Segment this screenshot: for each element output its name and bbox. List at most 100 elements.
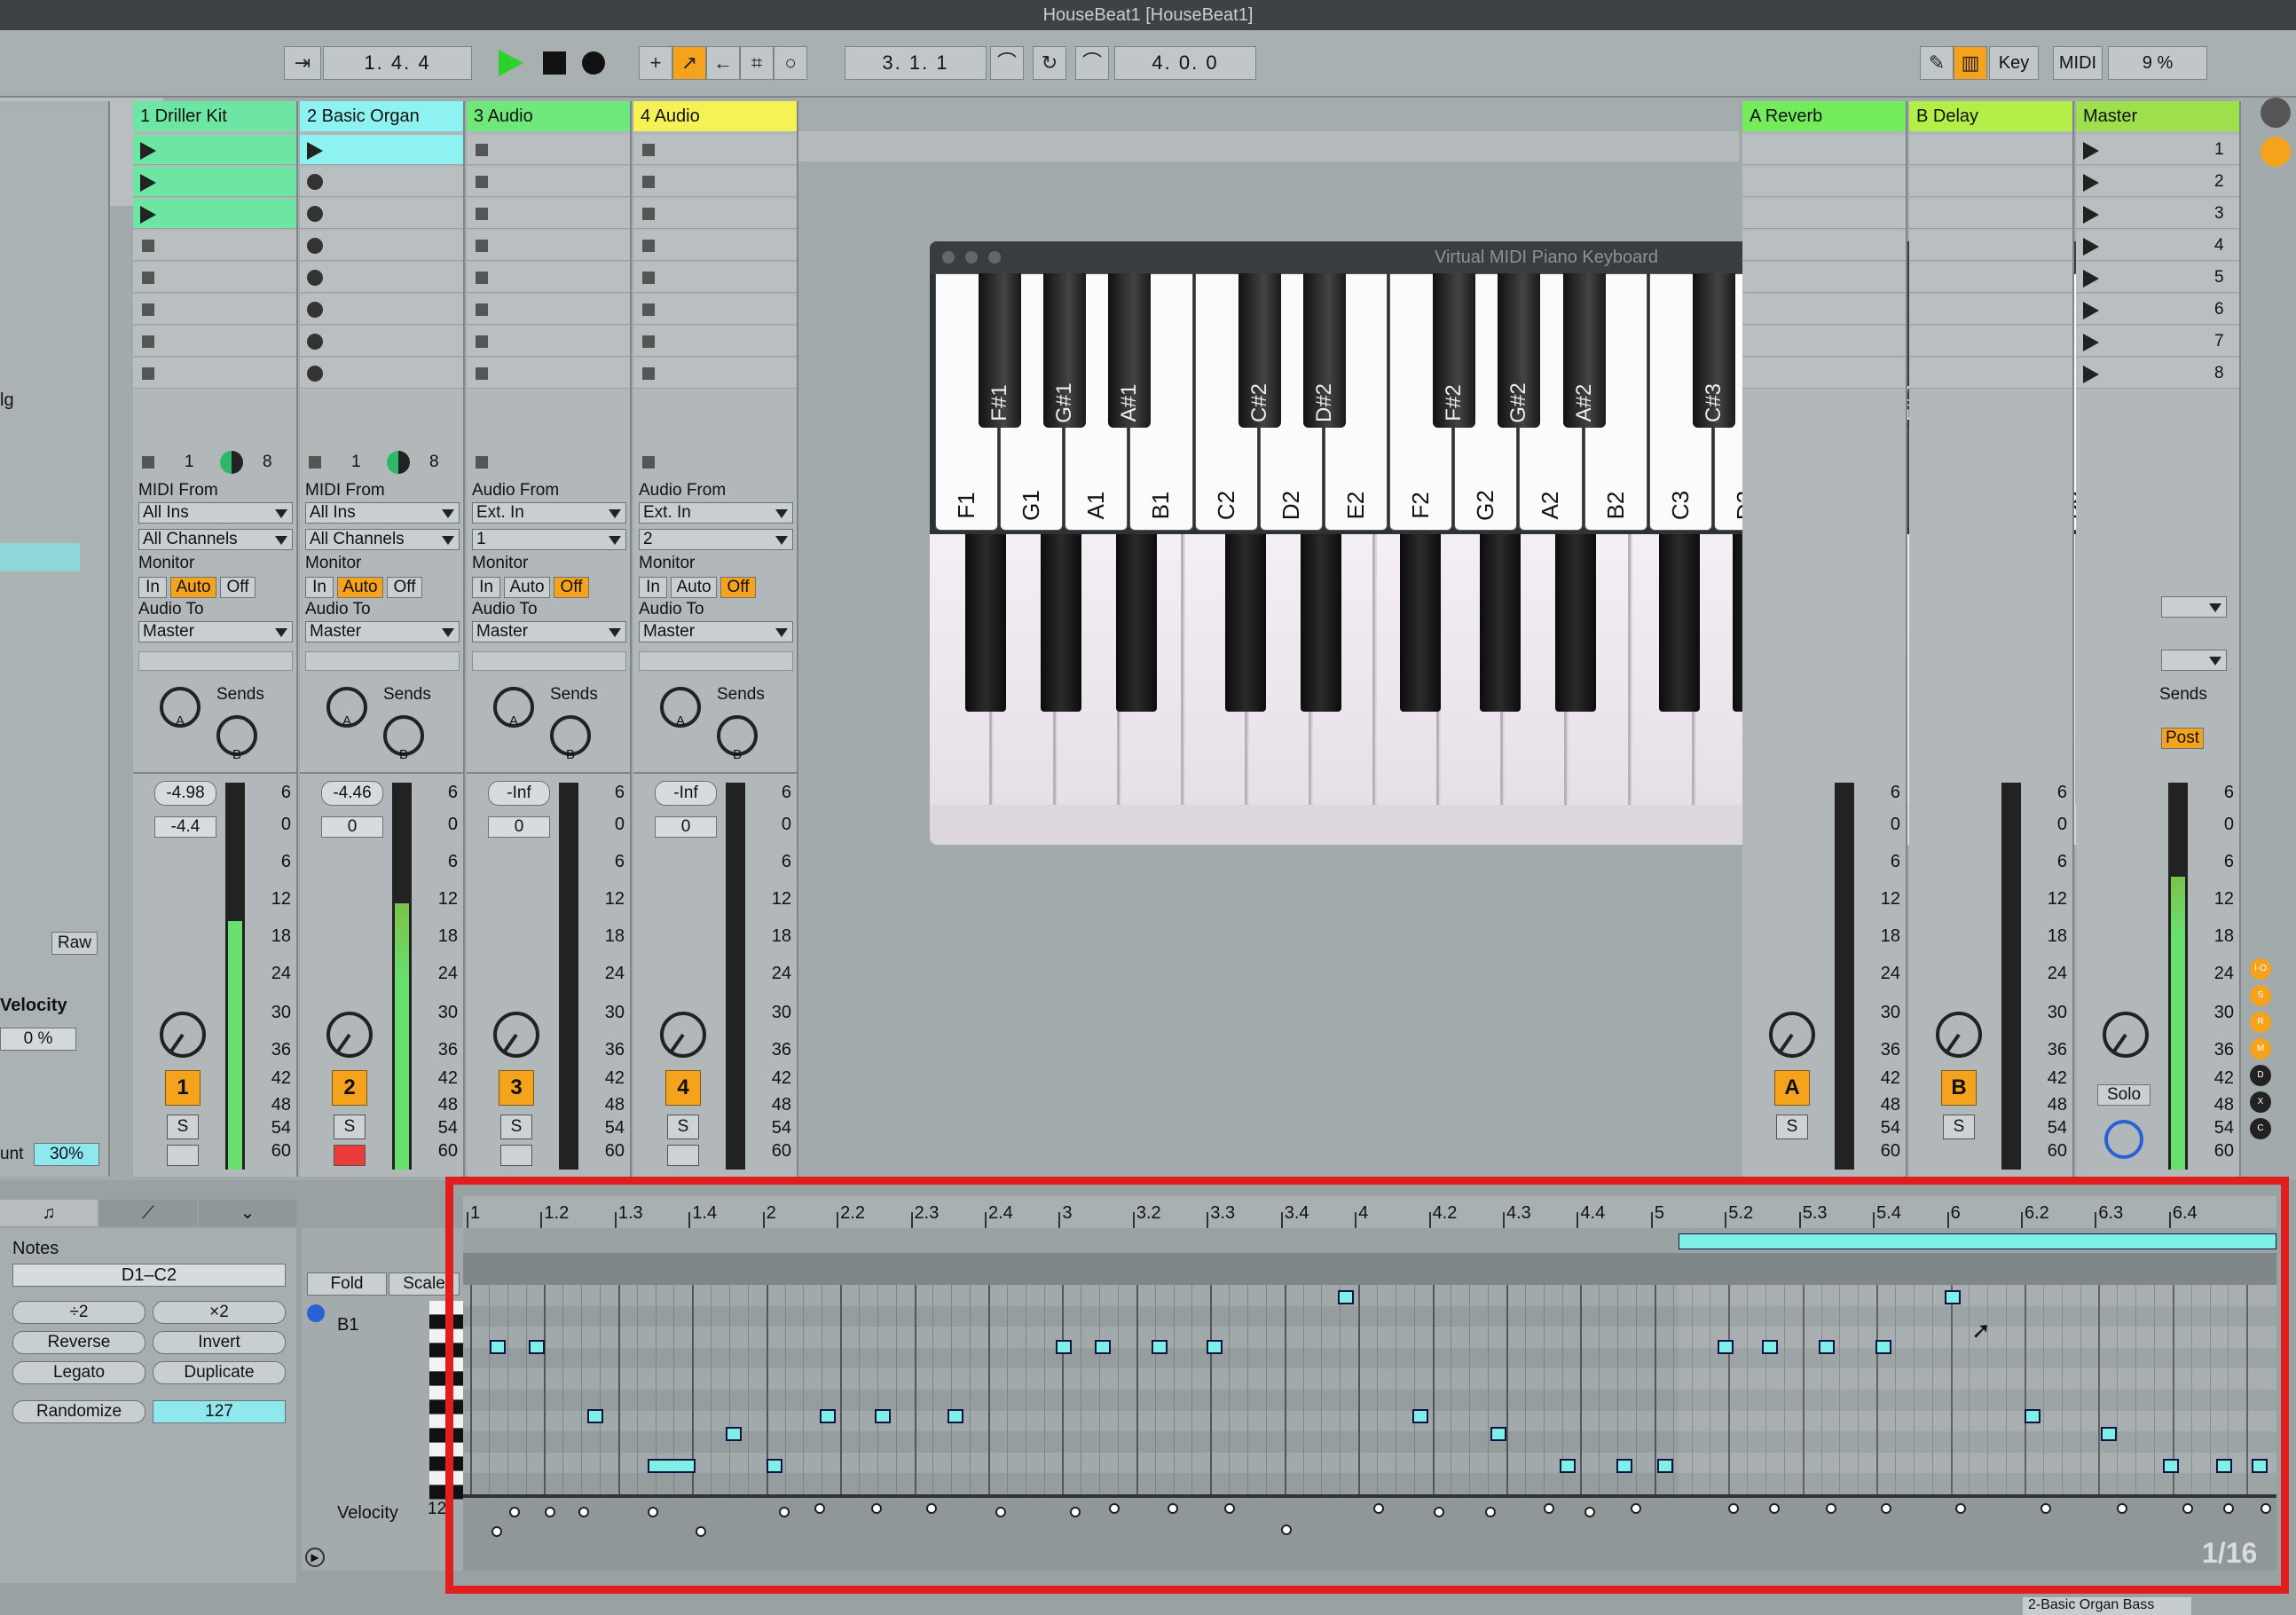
scene-launch-icon[interactable] — [2083, 334, 2099, 351]
scene-launch-icon[interactable] — [2083, 238, 2099, 256]
draw-mode-icon[interactable]: ✎ — [1920, 46, 1954, 80]
clip-slot[interactable] — [633, 295, 797, 325]
clip-slot[interactable] — [633, 263, 797, 293]
side-badge[interactable]: C — [2250, 1118, 2271, 1139]
clip-slot[interactable] — [133, 295, 296, 325]
solo-button[interactable]: S — [167, 1115, 199, 1139]
clip-slot[interactable] — [133, 231, 296, 261]
scene-launch-icon[interactable] — [2083, 206, 2099, 224]
minimize-icon[interactable] — [965, 251, 978, 264]
side-badge[interactable]: D — [2250, 1065, 2271, 1086]
amount-field[interactable]: 30% — [34, 1143, 99, 1166]
loop-length[interactable]: 4. 0. 0 — [1114, 46, 1256, 80]
black-key[interactable]: A#2 — [1562, 273, 1606, 428]
clip-slot[interactable] — [133, 199, 296, 229]
fx-icon[interactable]: ⌄ — [199, 1200, 296, 1226]
clip-stop-icon[interactable] — [476, 303, 488, 316]
midi-map-button[interactable]: MIDI — [2053, 46, 2103, 80]
randomize-amount[interactable]: 127 — [153, 1400, 286, 1423]
monitor-in-button[interactable]: In — [472, 577, 500, 598]
output-select[interactable]: Master — [639, 621, 793, 642]
clip-play-icon[interactable] — [140, 174, 156, 192]
punch-out-icon[interactable]: ⌒ — [1075, 46, 1109, 80]
loop-start[interactable]: 3. 1. 1 — [845, 46, 987, 80]
legato-button[interactable]: Legato — [12, 1361, 145, 1384]
clip-slot[interactable] — [300, 327, 463, 357]
arm-button[interactable] — [334, 1145, 366, 1166]
clip-slot[interactable] — [633, 199, 797, 229]
monitor-auto-button[interactable]: Auto — [504, 577, 550, 598]
solo-cue-button[interactable]: Solo — [2097, 1084, 2151, 1106]
post-button[interactable]: Post — [2161, 728, 2204, 749]
arm-button[interactable] — [500, 1145, 532, 1166]
clip-slot[interactable] — [133, 167, 296, 197]
song-position[interactable]: 1. 4. 4 — [323, 46, 472, 80]
black-key[interactable]: F#2 — [1433, 273, 1476, 428]
clip-record-icon[interactable] — [307, 302, 323, 318]
input-select[interactable]: All Ins — [305, 502, 460, 524]
return-activator[interactable]: A — [1774, 1070, 1810, 1106]
clip-slot[interactable] — [467, 263, 630, 293]
clip-slot[interactable] — [300, 263, 463, 293]
preview-icon[interactable] — [307, 1304, 325, 1322]
clip-stop-icon[interactable] — [142, 367, 154, 380]
clip-slot[interactable] — [300, 135, 463, 165]
note-range[interactable]: D1–C2 — [12, 1264, 286, 1287]
clip-stop-icon[interactable] — [642, 303, 655, 316]
output-sub-select[interactable] — [305, 651, 460, 671]
clip-stop-icon[interactable] — [642, 272, 655, 284]
overdub-icon[interactable]: + — [639, 46, 672, 80]
output-sub-select[interactable] — [639, 651, 793, 671]
output-select[interactable]: Master — [305, 621, 460, 642]
black-key[interactable]: C#2 — [1238, 273, 1281, 428]
monitor-in-button[interactable]: In — [639, 577, 667, 598]
capture-icon[interactable]: ⌗ — [740, 46, 774, 80]
stop-clips-icon[interactable] — [476, 456, 488, 469]
clip-stop-icon[interactable] — [476, 335, 488, 348]
monitor-in-button[interactable]: In — [305, 577, 334, 598]
side-badge[interactable]: R — [2250, 1012, 2271, 1033]
follow-icon[interactable] — [220, 451, 243, 474]
clip-record-icon[interactable] — [307, 174, 323, 190]
clip-slot[interactable] — [300, 167, 463, 197]
randomize-button[interactable]: Randomize — [12, 1400, 145, 1423]
clip-slot[interactable] — [300, 199, 463, 229]
reverse-button[interactable]: Reverse — [12, 1331, 145, 1354]
pan-knob[interactable] — [1936, 1012, 1982, 1058]
back-to-arrangement-icon[interactable]: ← — [706, 46, 740, 80]
monitor-off-button[interactable]: Off — [220, 577, 256, 598]
monitor-in-button[interactable]: In — [138, 577, 167, 598]
pan-knob[interactable] — [660, 1012, 706, 1058]
channel-select[interactable]: All Channels — [305, 529, 460, 550]
side-badge[interactable]: X — [2250, 1091, 2271, 1113]
pan-knob[interactable] — [160, 1012, 206, 1058]
scene-launch-icon[interactable] — [2083, 366, 2099, 383]
halve-button[interactable]: ÷2 — [12, 1301, 145, 1324]
track-header[interactable]: 1 Driller Kit — [133, 101, 298, 131]
clip-slot[interactable] — [133, 135, 296, 165]
menu-icon[interactable] — [2261, 98, 2291, 128]
play-clip-icon[interactable]: ▶ — [305, 1548, 325, 1567]
input-select[interactable]: Ext. In — [639, 502, 793, 524]
clip-slot[interactable] — [633, 358, 797, 389]
clip-slot[interactable] — [133, 327, 296, 357]
return-header[interactable]: B Delay — [1909, 101, 2074, 131]
solo-button[interactable]: S — [500, 1115, 532, 1139]
clip-slot[interactable] — [633, 231, 797, 261]
input-select[interactable]: All Ins — [138, 502, 293, 524]
stop-clips-icon[interactable] — [642, 456, 655, 469]
scene-launch-icon[interactable] — [2083, 174, 2099, 192]
stop-clips-icon[interactable] — [142, 456, 154, 469]
zoom-icon[interactable] — [988, 251, 1001, 264]
arm-button[interactable] — [167, 1145, 199, 1166]
computer-keyboard-icon[interactable]: ▥ — [1954, 46, 1987, 80]
punch-in-icon[interactable]: ⌒ — [990, 46, 1024, 80]
clip-slot[interactable] — [633, 327, 797, 357]
clip-stop-icon[interactable] — [142, 303, 154, 316]
pan-knob[interactable] — [1769, 1012, 1815, 1058]
clip-play-icon[interactable] — [140, 142, 156, 160]
side-badge[interactable]: S — [2250, 985, 2271, 1006]
volume-field[interactable]: -4.4 — [154, 816, 216, 838]
pan-knob[interactable] — [326, 1012, 373, 1058]
raw-button[interactable]: Raw — [51, 932, 98, 955]
